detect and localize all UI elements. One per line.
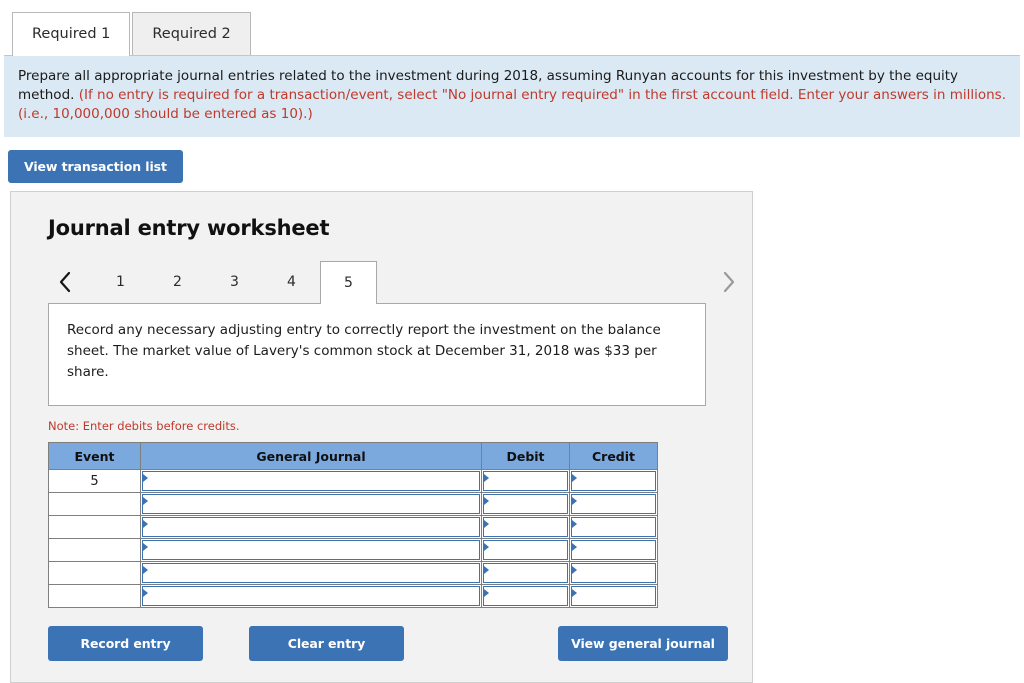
journal-entry-table: Event General Journal Debit Credit 5 <box>48 442 658 608</box>
credit-input[interactable] <box>571 471 656 491</box>
table-row <box>48 538 658 562</box>
table-row <box>48 515 658 539</box>
general-journal-cell <box>140 561 482 585</box>
table-row: 5 <box>48 469 658 493</box>
general-journal-cell <box>140 469 482 493</box>
general-journal-input[interactable] <box>142 517 480 537</box>
table-row <box>48 492 658 516</box>
worksheet-page-3[interactable]: 3 <box>206 261 263 303</box>
worksheet-action-buttons: Record entry Clear entry View general jo… <box>48 626 734 661</box>
general-journal-input[interactable] <box>142 471 480 491</box>
column-header-debit: Debit <box>481 442 570 470</box>
credit-input[interactable] <box>571 517 656 537</box>
column-header-general-journal: General Journal <box>140 442 482 470</box>
credit-input[interactable] <box>571 540 656 560</box>
worksheet-page-2[interactable]: 2 <box>149 261 206 303</box>
worksheet-page-5-label: 5 <box>344 275 353 291</box>
tab-required-1-label: Required 1 <box>32 26 111 42</box>
debit-input[interactable] <box>483 471 568 491</box>
event-number-cell <box>48 561 141 585</box>
general-journal-cell <box>140 584 482 608</box>
table-header-row: Event General Journal Debit Credit <box>48 442 658 470</box>
worksheet-page-1-label: 1 <box>116 274 125 290</box>
tab-required-1[interactable]: Required 1 <box>12 12 131 56</box>
debit-cell <box>481 469 570 493</box>
event-number-cell: 5 <box>48 469 141 493</box>
credit-cell <box>569 538 658 562</box>
required-tabstrip: Required 1 Required 2 <box>0 0 1024 56</box>
worksheet-page-3-label: 3 <box>230 274 239 290</box>
worksheet-page-list: 1 2 3 4 5 <box>92 261 377 304</box>
worksheet-page-1[interactable]: 1 <box>92 261 149 303</box>
worksheet-page-4[interactable]: 4 <box>263 261 320 303</box>
debit-cell <box>481 515 570 539</box>
worksheet-page-2-label: 2 <box>173 274 182 290</box>
worksheet-toolbar: View transaction list <box>0 137 1024 183</box>
page-title: Journal entry worksheet <box>48 216 330 240</box>
column-header-event: Event <box>48 442 141 470</box>
credit-cell <box>569 584 658 608</box>
general-journal-cell <box>140 515 482 539</box>
debit-input[interactable] <box>483 540 568 560</box>
debit-cell <box>481 584 570 608</box>
credit-cell <box>569 469 658 493</box>
event-number-cell <box>48 492 141 516</box>
debits-before-credits-note: Note: Enter debits before credits. <box>48 419 240 433</box>
debit-input[interactable] <box>483 586 568 606</box>
record-entry-button[interactable]: Record entry <box>48 626 203 661</box>
journal-entry-worksheet-panel: Journal entry worksheet 1 2 3 4 5 Record… <box>10 191 753 683</box>
debit-input[interactable] <box>483 494 568 514</box>
column-header-credit: Credit <box>569 442 658 470</box>
instructions-banner: Prepare all appropriate journal entries … <box>4 55 1020 137</box>
debit-input[interactable] <box>483 563 568 583</box>
credit-cell <box>569 515 658 539</box>
tab-required-2-label: Required 2 <box>152 26 231 42</box>
view-general-journal-button[interactable]: View general journal <box>558 626 728 661</box>
chevron-right-icon[interactable] <box>712 261 746 303</box>
credit-input[interactable] <box>571 563 656 583</box>
debit-cell <box>481 492 570 516</box>
scenario-description: Record any necessary adjusting entry to … <box>48 303 706 406</box>
general-journal-input[interactable] <box>142 563 480 583</box>
general-journal-input[interactable] <box>142 494 480 514</box>
debit-cell <box>481 561 570 585</box>
event-number-cell <box>48 515 141 539</box>
credit-input[interactable] <box>571 586 656 606</box>
general-journal-cell <box>140 492 482 516</box>
credit-cell <box>569 561 658 585</box>
table-row <box>48 561 658 585</box>
worksheet-page-4-label: 4 <box>287 274 296 290</box>
event-number-cell <box>48 584 141 608</box>
general-journal-input[interactable] <box>142 540 480 560</box>
credit-input[interactable] <box>571 494 656 514</box>
instructions-note-text: (If no entry is required for a transacti… <box>18 87 1007 122</box>
clear-entry-button[interactable]: Clear entry <box>249 626 404 661</box>
chevron-left-icon[interactable] <box>48 261 82 303</box>
table-row <box>48 584 658 608</box>
debit-input[interactable] <box>483 517 568 537</box>
view-transaction-list-button[interactable]: View transaction list <box>8 150 183 183</box>
debit-cell <box>481 538 570 562</box>
event-number-cell <box>48 538 141 562</box>
tab-required-2[interactable]: Required 2 <box>132 12 251 55</box>
general-journal-input[interactable] <box>142 586 480 606</box>
general-journal-cell <box>140 538 482 562</box>
worksheet-page-5[interactable]: 5 <box>320 261 377 304</box>
worksheet-pager: 1 2 3 4 5 <box>48 261 735 304</box>
credit-cell <box>569 492 658 516</box>
